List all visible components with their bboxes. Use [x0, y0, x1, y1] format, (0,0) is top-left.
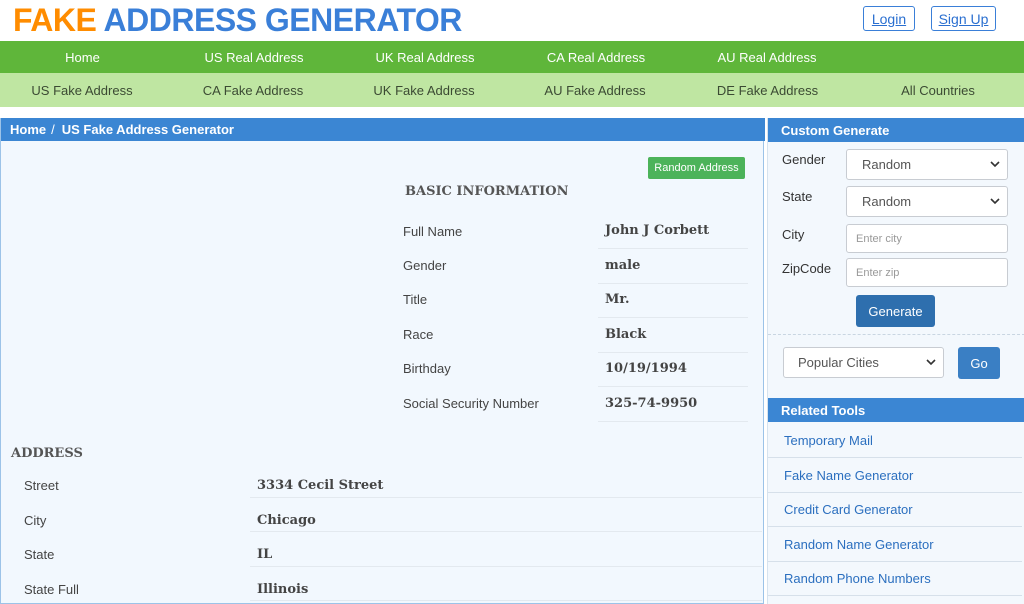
tool-link-fake-name-generator[interactable]: Fake Name Generator [768, 459, 1022, 493]
row-divider [250, 566, 762, 567]
nav-ca-real-address[interactable]: CA Real Address [532, 41, 660, 73]
chevron-down-icon [990, 161, 1000, 168]
row-divider [598, 317, 748, 318]
sidebar: Custom Generate Gender Random State Rand… [767, 118, 1024, 604]
row-divider [598, 386, 748, 387]
nav-us-fake-address[interactable]: US Fake Address [18, 73, 146, 107]
login-button[interactable]: Login [863, 6, 915, 31]
nav-ca-fake-address[interactable]: CA Fake Address [189, 73, 317, 107]
breadcrumb: Home / US Fake Address Generator [1, 118, 765, 141]
row-divider [598, 283, 748, 284]
city-value: Chicago [257, 513, 316, 528]
gender-label: Gender [403, 258, 447, 273]
breadcrumb-current: US Fake Address Generator [61, 122, 234, 137]
nav-de-fake-address[interactable]: DE Fake Address [702, 73, 833, 107]
chevron-down-icon [926, 359, 936, 366]
logo-fake-text: FAKE [13, 2, 97, 38]
row-divider [598, 352, 748, 353]
nav-uk-fake-address[interactable]: UK Fake Address [360, 73, 488, 107]
full-name-label: Full Name [403, 224, 463, 239]
random-address-button[interactable]: Random Address [648, 157, 745, 179]
tool-link-random-phone-numbers[interactable]: Random Phone Numbers [768, 562, 1022, 596]
nav-all-countries[interactable]: All Countries [874, 73, 1002, 107]
logo-address-generator-text: ADDRESS GENERATOR [103, 2, 463, 38]
popular-cities-value: Popular Cities [798, 355, 879, 370]
row-divider [250, 600, 762, 601]
secondary-nav: US Fake Address CA Fake Address UK Fake … [0, 73, 1024, 107]
nav-au-fake-address[interactable]: AU Fake Address [531, 73, 659, 107]
state-label: State [24, 547, 55, 562]
title-label: Title [403, 292, 428, 307]
tool-link-random-name-generator[interactable]: Random Name Generator [768, 528, 1022, 562]
gender-select[interactable]: Random [846, 149, 1008, 180]
custom-generate-title: Custom Generate [768, 118, 1024, 142]
state-value: IL [257, 547, 273, 562]
row-divider [598, 248, 748, 249]
primary-nav: Home US Real Address UK Real Address CA … [0, 41, 1024, 73]
race-label: Race [403, 327, 434, 342]
gender-filter-label: Gender [782, 152, 826, 167]
city-input[interactable]: Enter city [846, 224, 1008, 253]
ssn-label: Social Security Number [403, 396, 539, 411]
gender-select-value: Random [862, 157, 912, 172]
row-divider [598, 421, 748, 422]
birthday-label: Birthday [403, 361, 451, 376]
city-label: City [24, 513, 47, 528]
signup-button[interactable]: Sign Up [931, 6, 996, 31]
page: FAKE ADDRESS GENERATOR Login Sign Up Hom… [0, 0, 1024, 604]
zip-filter-label: ZipCode [782, 261, 832, 276]
gender-value: male [605, 258, 641, 273]
site-logo[interactable]: FAKE ADDRESS GENERATOR [13, 1, 462, 39]
street-label: Street [24, 478, 59, 493]
row-divider [250, 531, 762, 532]
street-value: 3334 Cecil Street [257, 478, 384, 493]
race-value: Black [605, 327, 647, 342]
chevron-down-icon [990, 198, 1000, 205]
breadcrumb-separator: / [51, 122, 55, 137]
state-select-value: Random [862, 194, 912, 209]
nav-uk-real-address[interactable]: UK Real Address [361, 41, 489, 73]
tool-link-credit-card-generator[interactable]: Credit Card Generator [768, 493, 1022, 527]
divider [768, 334, 1024, 335]
ssn-value: 325-74-9950 [605, 396, 698, 411]
birthday-value: 10/19/1994 [605, 361, 687, 376]
nav-home[interactable]: Home [25, 41, 140, 73]
row-divider [250, 497, 762, 498]
related-tools-title: Related Tools [768, 398, 1024, 422]
address-title: ADDRESS [11, 446, 83, 461]
go-button[interactable]: Go [958, 347, 1000, 379]
title-value: Mr. [605, 292, 630, 307]
zip-input[interactable]: Enter zip [846, 258, 1008, 287]
full-name-value: John J Corbett [605, 223, 710, 238]
tool-link-temporary-mail[interactable]: Temporary Mail [768, 424, 1022, 458]
generate-button[interactable]: Generate [856, 295, 935, 327]
nav-au-real-address[interactable]: AU Real Address [703, 41, 831, 73]
breadcrumb-home[interactable]: Home [10, 122, 46, 137]
state-full-value: Illinois [257, 582, 309, 597]
site-header: FAKE ADDRESS GENERATOR Login Sign Up [0, 0, 1024, 41]
state-filter-label: State [782, 189, 813, 204]
state-select[interactable]: Random [846, 186, 1008, 217]
nav-us-real-address[interactable]: US Real Address [190, 41, 318, 73]
popular-cities-select[interactable]: Popular Cities [783, 347, 944, 378]
state-full-label: State Full [24, 582, 79, 597]
city-filter-label: City [782, 227, 805, 242]
basic-info-title: BASIC INFORMATION [405, 184, 569, 199]
